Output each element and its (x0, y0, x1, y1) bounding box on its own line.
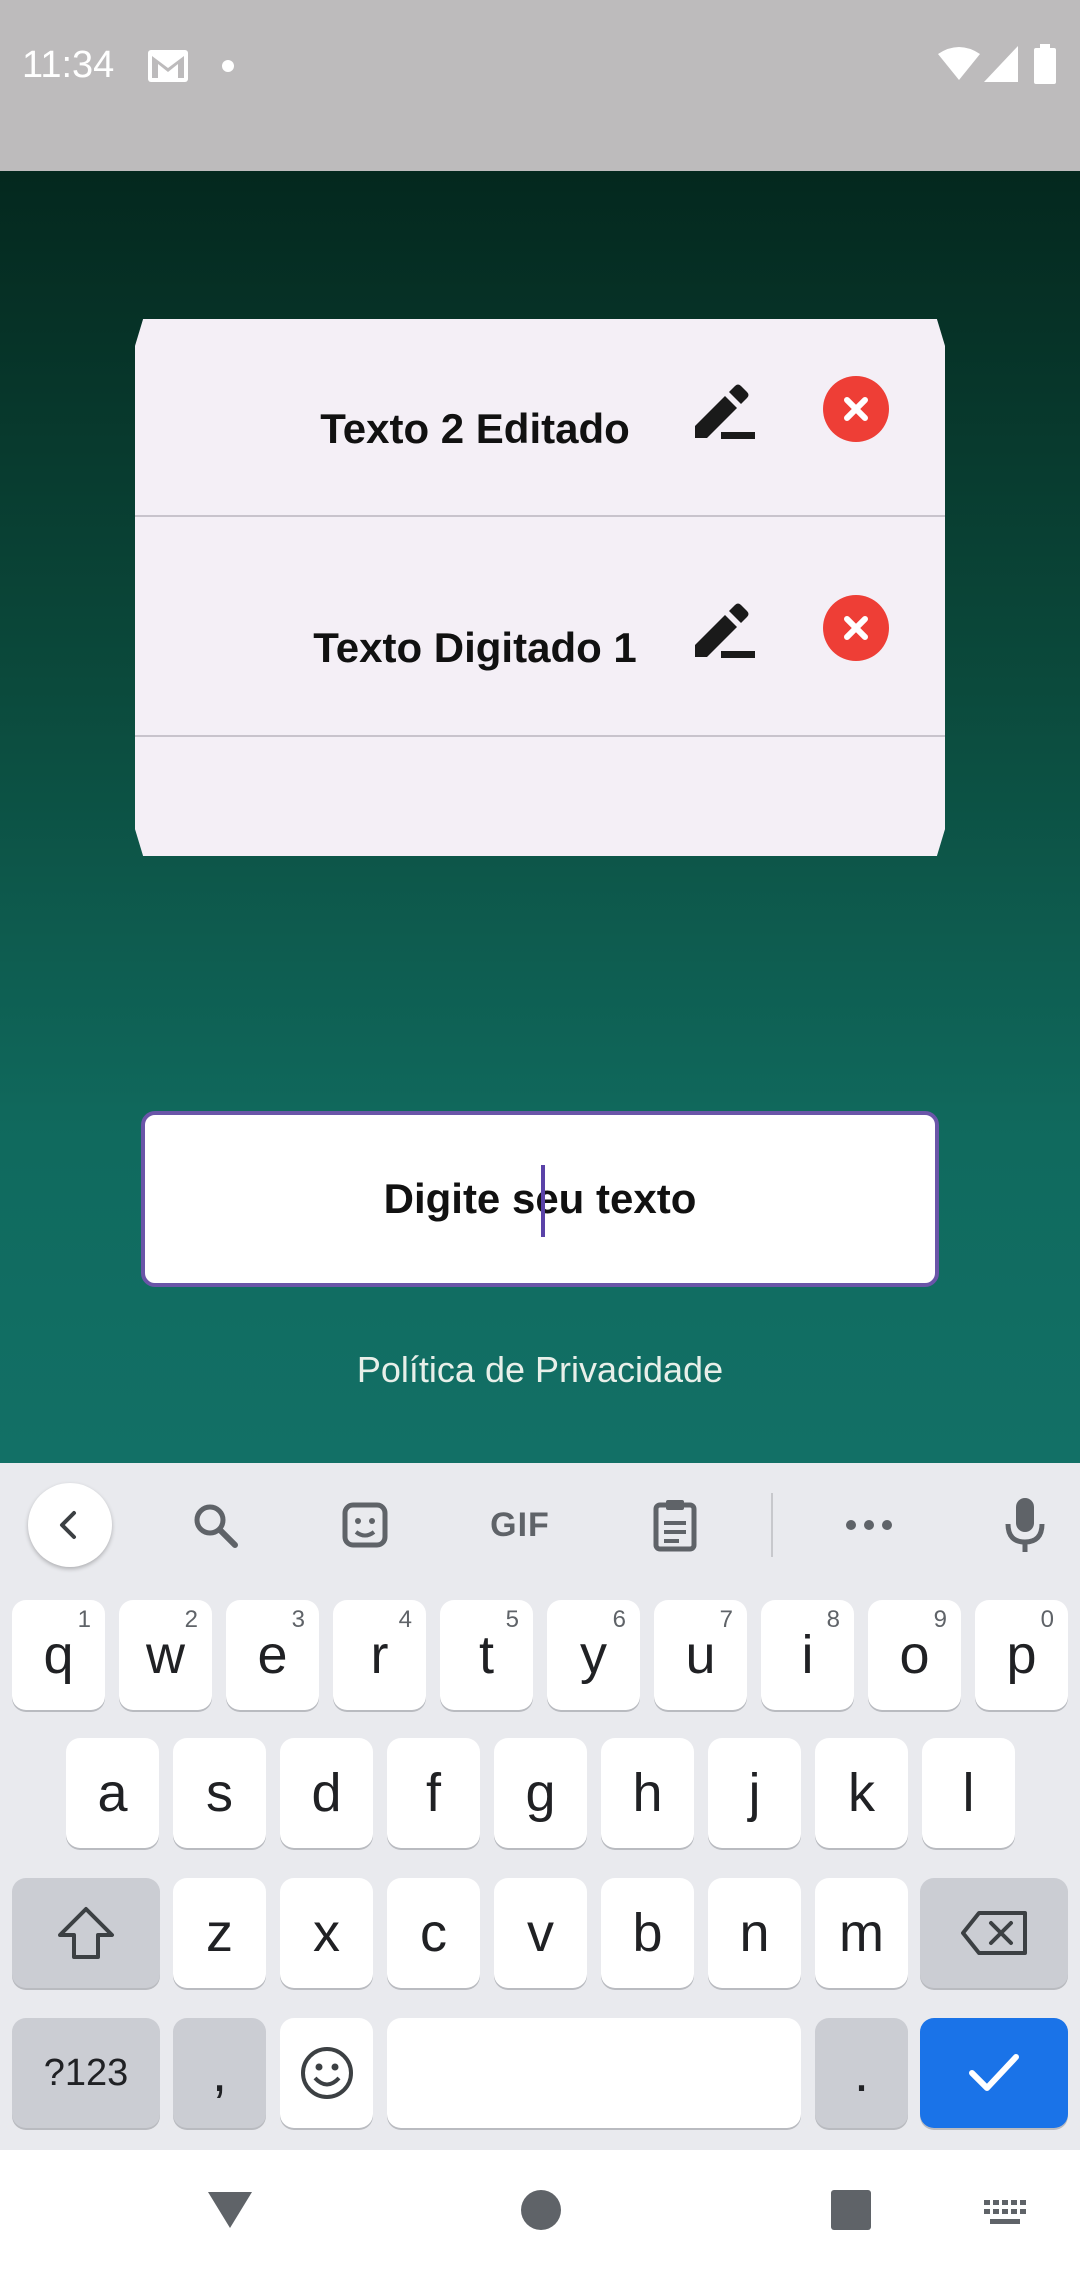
privacy-policy-link[interactable]: Política de Privacidade (0, 1349, 1080, 1391)
list-item-text: Texto Digitado 1 (313, 624, 637, 671)
key-k[interactable]: k (815, 1738, 908, 1848)
text-input[interactable]: Digite seu texto (141, 1111, 939, 1287)
divider (135, 735, 945, 737)
signal-icon (984, 46, 1018, 82)
shift-icon (58, 1907, 114, 1959)
backspace-icon (961, 1911, 1027, 1955)
mic-icon[interactable] (990, 1483, 1060, 1567)
shift-key[interactable] (12, 1878, 160, 1988)
pencil-icon[interactable] (691, 595, 757, 661)
key-d[interactable]: d (280, 1738, 373, 1848)
text-cursor (541, 1165, 545, 1237)
emoji-key[interactable] (280, 2018, 373, 2128)
toolbar-separator (771, 1493, 773, 1557)
key-b[interactable]: b (601, 1878, 694, 1988)
pencil-icon[interactable] (691, 376, 757, 442)
gif-label: GIF (490, 1505, 550, 1544)
enter-key[interactable] (920, 2018, 1068, 2128)
close-circle-icon[interactable] (823, 595, 889, 661)
symbols-key[interactable]: ?123 (12, 2018, 160, 2128)
key-i[interactable]: i8 (761, 1600, 854, 1710)
key-o[interactable]: o9 (868, 1600, 961, 1710)
status-bar: 11:34 (0, 0, 1080, 171)
space-key[interactable] (387, 2018, 801, 2128)
key-q[interactable]: q1 (12, 1600, 105, 1710)
divider (135, 515, 945, 517)
notification-dot-icon (222, 60, 234, 72)
key-e[interactable]: e3 (226, 1600, 319, 1710)
keyboard-switch-icon[interactable] (984, 2200, 1028, 2230)
search-icon[interactable] (180, 1483, 250, 1567)
key-l[interactable]: l (922, 1738, 1015, 1848)
battery-icon (1034, 44, 1056, 84)
key-s[interactable]: s (173, 1738, 266, 1848)
key-r[interactable]: r4 (333, 1600, 426, 1710)
key-z[interactable]: z (173, 1878, 266, 1988)
key-v[interactable]: v (494, 1878, 587, 1988)
backspace-key[interactable] (920, 1878, 1068, 1988)
key-n[interactable]: n (708, 1878, 801, 1988)
key-y[interactable]: y6 (547, 1600, 640, 1710)
key-a[interactable]: a (66, 1738, 159, 1848)
check-icon (969, 2054, 1019, 2091)
sticker-icon[interactable] (330, 1483, 400, 1567)
clipboard-icon[interactable] (640, 1483, 710, 1567)
key-u[interactable]: u7 (654, 1600, 747, 1710)
gmail-icon (148, 50, 188, 82)
key-c[interactable]: c (387, 1878, 480, 1988)
status-time: 11:34 (22, 44, 115, 86)
back-triangle-icon[interactable] (206, 2188, 254, 2232)
navigation-bar (0, 2150, 1080, 2280)
text-input-value[interactable]: Digite seu texto (145, 1115, 935, 1283)
period-key[interactable]: . (815, 2018, 908, 2128)
soft-keyboard: GIF q1 w2 e3 r4 t5 y6 u7 i8 o9 p0 a s d … (0, 1463, 1080, 2150)
list-item-text: Texto 2 Editado (320, 405, 630, 452)
key-h[interactable]: h (601, 1738, 694, 1848)
key-f[interactable]: f (387, 1738, 480, 1848)
key-w[interactable]: w2 (119, 1600, 212, 1710)
key-x[interactable]: x (280, 1878, 373, 1988)
key-t[interactable]: t5 (440, 1600, 533, 1710)
comma-key[interactable]: , (173, 2018, 266, 2128)
app-screen: Texto 2 Editado Texto Digitado 1 Digite … (0, 171, 1080, 1463)
close-circle-icon[interactable] (823, 376, 889, 442)
chevron-left-icon[interactable] (28, 1483, 112, 1567)
recents-square-icon[interactable] (829, 2188, 873, 2232)
list-item: Texto Digitado 1 (135, 539, 945, 759)
emoji-icon (300, 2047, 353, 2099)
key-m[interactable]: m (815, 1878, 908, 1988)
key-g[interactable]: g (494, 1738, 587, 1848)
more-icon[interactable] (834, 1483, 904, 1567)
key-j[interactable]: j (708, 1738, 801, 1848)
key-p[interactable]: p0 (975, 1600, 1068, 1710)
wifi-icon (938, 47, 980, 80)
home-circle-icon[interactable] (519, 2188, 563, 2232)
text-list-card: Texto 2 Editado Texto Digitado 1 (135, 319, 945, 856)
list-item: Texto 2 Editado (135, 319, 945, 539)
gif-icon[interactable]: GIF (478, 1483, 562, 1567)
